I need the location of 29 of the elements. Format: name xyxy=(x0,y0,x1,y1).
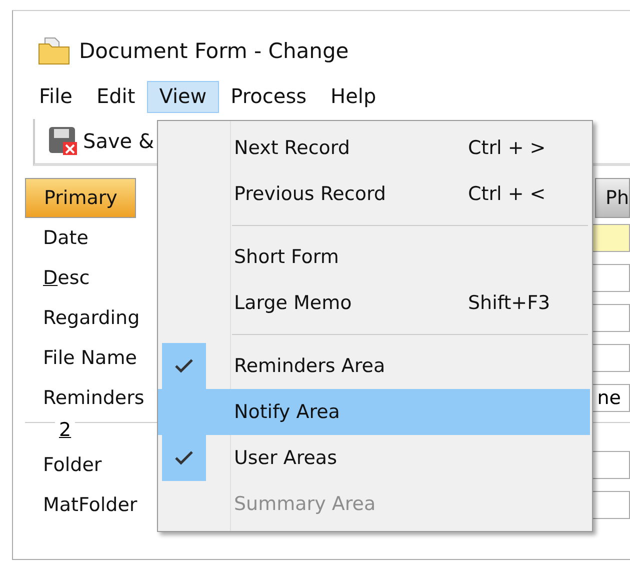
menu-option[interactable]: Notify Area xyxy=(158,389,590,435)
folder-icon xyxy=(37,36,71,66)
field-label: Date xyxy=(42,227,90,249)
menu-item[interactable]: Help xyxy=(318,81,388,113)
field-label: File Name xyxy=(42,347,138,369)
window-title: Document Form - Change xyxy=(79,39,349,63)
save-button[interactable]: Save & xyxy=(47,125,154,157)
tab[interactable]: Ph xyxy=(594,178,630,218)
menu-item[interactable]: View xyxy=(147,81,219,113)
menu-option[interactable]: Short Form xyxy=(158,234,590,280)
check-icon xyxy=(174,358,194,374)
menu-option[interactable]: Large Memo Shift+F3 xyxy=(158,280,590,326)
field-label: MatFolder xyxy=(42,494,138,516)
field-label: Desc xyxy=(42,267,91,289)
menu-option[interactable]: User Areas xyxy=(158,435,590,481)
menu-item[interactable]: File xyxy=(27,81,84,113)
menu-option[interactable]: Previous Record Ctrl + < xyxy=(158,171,590,217)
menu-item[interactable]: Process xyxy=(218,81,319,113)
field-label: Regarding xyxy=(42,307,141,329)
menu-option[interactable]: Reminders Area xyxy=(158,343,590,389)
group-label: 2 xyxy=(55,419,76,441)
field-label: Reminders xyxy=(42,387,146,409)
save-close-icon xyxy=(47,125,79,157)
menu-option[interactable]: Next Record Ctrl + > xyxy=(158,125,590,171)
field-text: ne xyxy=(597,387,622,409)
check-icon xyxy=(174,450,194,466)
tab[interactable]: Primary xyxy=(25,178,136,218)
field-label: Folder xyxy=(42,454,103,476)
menu-item[interactable]: Edit xyxy=(84,81,148,113)
